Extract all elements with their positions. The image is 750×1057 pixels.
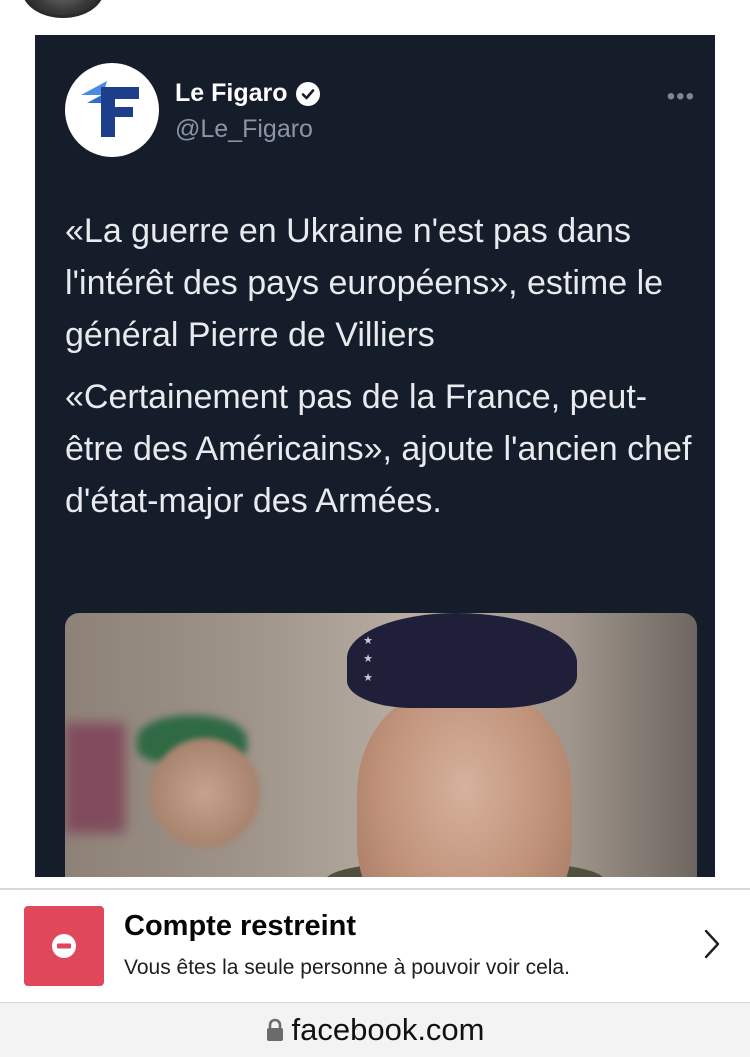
chevron-right-icon[interactable]: [702, 928, 722, 960]
more-options-icon[interactable]: •••: [667, 83, 695, 111]
notice-title: Compte restreint: [124, 910, 357, 942]
tweet-screenshot: Le Figaro @Le_Figaro ••• «La guerre en U…: [35, 35, 715, 877]
tweet-paragraph: «La guerre en Ukraine n'est pas dans l'i…: [65, 212, 664, 354]
tweet-author-name[interactable]: Le Figaro: [175, 79, 320, 108]
tweet-paragraph: «Certainement pas de la France, peut-êtr…: [65, 378, 692, 520]
notice-subtitle: Vous êtes la seule personne à pouvoir vo…: [124, 956, 570, 979]
restricted-icon: [24, 906, 104, 986]
photo-background-soldier: [150, 738, 260, 848]
photo-general-face: [357, 688, 572, 877]
lock-icon: [266, 1018, 283, 1041]
beret-stars-icon: ★ ★ ★: [363, 634, 373, 685]
browser-url-bar[interactable]: facebook.com: [0, 1003, 750, 1057]
restricted-account-notice[interactable]: Compte restreint Vous êtes la seule pers…: [0, 890, 750, 1002]
tweet-text: «La guerre en Ukraine n'est pas dans l'i…: [65, 205, 695, 537]
tweet-photo[interactable]: ★ ★ ★: [65, 613, 697, 877]
photo-general-beret: [347, 613, 577, 708]
tweet-header: Le Figaro @Le_Figaro •••: [65, 63, 695, 163]
figaro-f-icon: [81, 81, 139, 137]
profile-avatar[interactable]: [22, 0, 104, 18]
url-text: facebook.com: [291, 1012, 485, 1047]
le-figaro-logo: [65, 63, 159, 157]
tweet-author-handle[interactable]: @Le_Figaro: [175, 115, 313, 144]
verified-badge-icon: [295, 81, 320, 106]
photo-background-blur: [65, 723, 125, 833]
